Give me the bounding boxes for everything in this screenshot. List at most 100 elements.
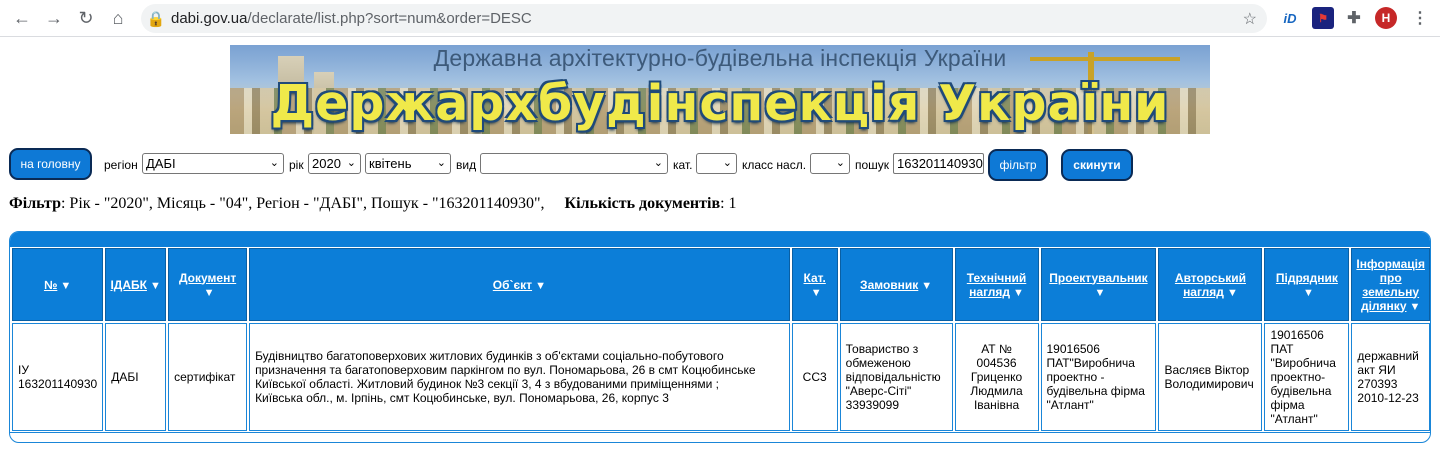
extension-flag-icon[interactable]: ⚑ [1312,7,1334,29]
cell-author-line: Володимирович [1164,377,1254,391]
cell-customer-line: 33939099 [845,398,900,412]
address-bar[interactable]: 🔒 dabi.gov.ua/declarate/list.php?sort=nu… [141,4,1267,33]
col-header-land-label-2[interactable]: про [1380,271,1402,285]
browser-toolbar: ← → ↻ ⌂ 🔒 dabi.gov.ua/declarate/list.php… [0,0,1440,37]
sort-desc-icon[interactable]: ▼ [60,280,71,292]
col-header-contractor[interactable]: Підрядник ▼ [1264,248,1350,321]
cell-customer-line: Товариство з [845,342,919,356]
reload-icon[interactable]: ↻ [72,4,100,32]
col-header-num-label[interactable]: № [44,278,57,292]
cell-category: СС3 [791,323,838,431]
col-header-document[interactable]: Документ ▼ [168,248,248,321]
chevron-down-icon: ⌄ [346,157,356,169]
region-label: регіон [104,158,138,172]
profile-avatar[interactable]: H [1375,7,1397,29]
menu-kebab-icon[interactable]: ⋮ [1409,7,1431,29]
bookmark-star-icon[interactable]: ☆ [1243,9,1257,29]
sort-desc-icon[interactable]: ▼ [811,287,822,299]
document-count-value: : 1 [720,195,737,212]
cell-customer-line: обмеженою [845,356,911,370]
col-header-land-label-1[interactable]: Інформація [1356,257,1425,271]
cell-tech-line: АТ № 004536 [976,342,1017,370]
sort-desc-icon[interactable]: ▼ [921,280,932,292]
col-header-land-label-3[interactable]: земельну [1362,285,1419,299]
extensions-puzzle-icon[interactable]: ✚ [1343,7,1365,29]
cell-designer-line: "Атлант" [1046,398,1094,412]
cell-author-supervision: Васляєв Віктор Володимирович [1158,323,1263,431]
cell-designer-line: будівельна фірма [1046,384,1145,398]
category-label: кат. [673,158,693,172]
sort-desc-icon[interactable]: ▼ [1303,287,1314,299]
cell-tech-line: Гриценко [970,370,1023,384]
chevron-down-icon: ⌄ [653,157,663,169]
category-select[interactable]: ⌄ [696,153,737,174]
col-header-author-supervision[interactable]: Авторський нагляд ▼ [1158,248,1263,321]
chevron-down-icon: ⌄ [436,157,446,169]
table-top-strip [10,232,1430,247]
type-select[interactable]: ⌄ [480,153,668,174]
sort-desc-icon[interactable]: ▼ [1095,287,1106,299]
col-header-category[interactable]: Кат. ▼ [791,248,838,321]
col-header-customer[interactable]: Замовник ▼ [839,248,953,321]
col-header-idabk-label[interactable]: ІДАБК [110,278,147,292]
cell-contractor-line: фірма [1270,398,1305,412]
extension-id-icon[interactable]: iD [1279,7,1301,29]
sort-desc-icon[interactable]: ▼ [204,287,215,299]
sort-desc-icon[interactable]: ▼ [1013,287,1024,299]
lock-icon: 🔒 [146,10,166,28]
col-header-object[interactable]: Об`єкт ▼ [249,248,790,321]
col-header-land-info[interactable]: Інформація про земельну ділянку ▼ [1351,248,1430,321]
back-icon[interactable]: ← [8,4,36,32]
col-header-author-label-1[interactable]: Авторський [1175,271,1246,285]
sort-desc-icon[interactable]: ▼ [150,280,161,292]
cell-land-line: 270393 [1357,377,1398,391]
col-header-contractor-label[interactable]: Підрядник [1276,271,1338,285]
col-header-tech-label-1[interactable]: Технічний [967,271,1026,285]
col-header-designer[interactable]: Проектувальник ▼ [1040,248,1157,321]
col-header-customer-label[interactable]: Замовник [860,278,918,292]
sort-desc-icon[interactable]: ▼ [1227,287,1238,299]
sort-desc-icon[interactable]: ▼ [535,280,546,292]
table-bottom-strip [10,432,1430,442]
cell-object: Будівництво багатоповерхових житлових бу… [249,323,790,431]
col-header-designer-label[interactable]: Проектувальник [1049,271,1147,285]
col-header-author-label-2[interactable]: нагляд [1183,285,1224,299]
col-header-tech-label-2[interactable]: нагляд [969,285,1010,299]
cell-customer: Товариство з обмеженою відповідальністю "Ав… [839,323,953,431]
reset-button[interactable]: скинути [1061,149,1133,181]
cell-idabk: ДАБІ [105,323,167,431]
cell-contractor: 19016506 ПАТ "Виробнича проектно-будівельна… [1264,323,1350,431]
class-select[interactable]: ⌄ [810,153,850,174]
filter-button[interactable]: фільтр [988,149,1048,181]
sort-desc-icon[interactable]: ▼ [1410,301,1421,313]
cell-document: сертифікат [168,323,248,431]
site-banner: Державна архітектурно-будівельна інспекц… [230,45,1210,134]
filter-summary-label: Фільтр [9,195,61,212]
filter-summary-text: : Рік - "2020", Місяць - "04", Регіон - … [60,195,545,212]
month-value: квітень [369,156,412,171]
cell-land-info: державний акт ЯИ 270393 2010-12-23 [1351,323,1430,431]
month-select[interactable]: квітень ⌄ [365,153,451,174]
type-label: вид [456,158,477,172]
col-header-num[interactable]: № ▼ [12,248,104,321]
home-button[interactable]: на головну [9,148,92,180]
col-header-document-label[interactable]: Документ [179,271,236,285]
cell-tech-supervision: АТ № 004536 Гриценко Людмила Іванівна [954,323,1039,431]
search-input[interactable]: 163201140930 [893,153,984,174]
col-header-category-label[interactable]: Кат. [804,271,826,285]
cell-contractor-line: "Виробнича [1270,356,1336,370]
url-host: dabi.gov.ua [171,10,248,27]
col-header-object-label[interactable]: Об`єкт [493,278,532,292]
col-header-idabk[interactable]: ІДАБК ▼ [105,248,167,321]
cell-designer-line: 19016506 [1046,342,1100,356]
year-select[interactable]: 2020 ⌄ [308,153,361,174]
region-select[interactable]: ДАБІ ⌄ [142,153,284,174]
col-header-tech-supervision[interactable]: Технічний нагляд ▼ [954,248,1039,321]
table-header-row: № ▼ ІДАБК ▼ Документ▼ Об`єкт ▼ Кат.▼ Замовн… [12,248,1430,321]
home-icon[interactable]: ⌂ [104,4,132,32]
cell-contractor-line: "Атлант" [1270,412,1318,426]
col-header-land-label-4[interactable]: ділянку [1361,299,1407,313]
forward-icon[interactable]: → [40,4,68,32]
cell-contractor-line: будівельна [1270,384,1332,398]
cell-num: ІУ 163201140930 [12,323,104,431]
